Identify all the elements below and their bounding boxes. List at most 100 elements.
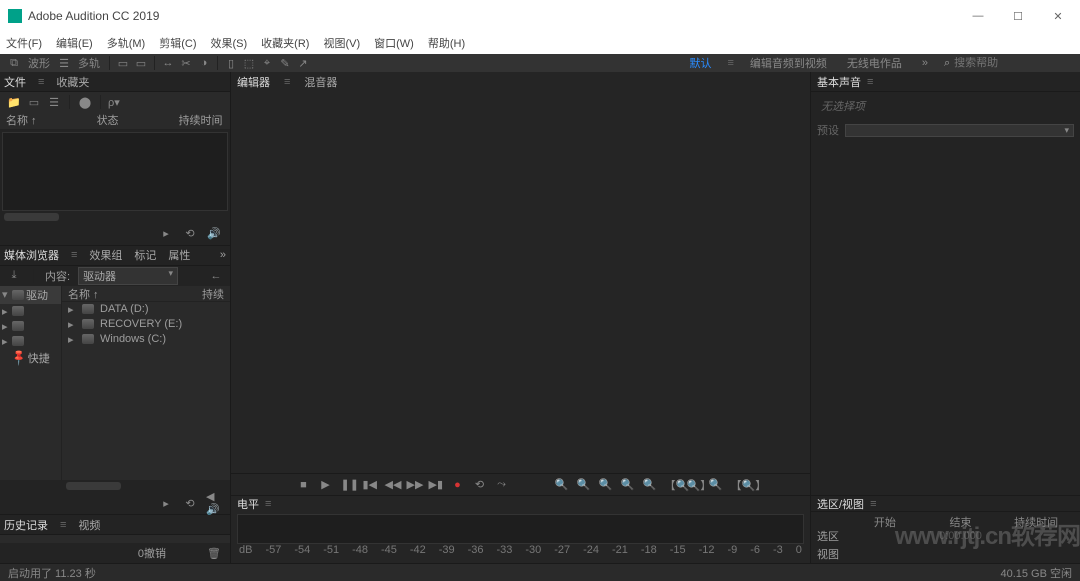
menu-clip[interactable]: 剪辑(C) (159, 35, 196, 51)
content-dropdown[interactable]: 驱动器▾ (78, 267, 178, 285)
list-item[interactable]: ▸ Windows (C:) (62, 332, 230, 347)
tab-selection-view[interactable]: 选区/视图 (817, 496, 864, 512)
files-scrollbar[interactable] (4, 213, 59, 221)
browser-loop-icon[interactable]: ⟲ (182, 496, 198, 510)
files-panel-menu-icon[interactable]: ≡ (38, 76, 44, 88)
browser-panel-menu-icon[interactable]: ≡ (71, 249, 77, 261)
zoom-out-full-icon[interactable]: 🔍 (709, 478, 723, 491)
new-multitrack-icon[interactable]: ☰ (46, 95, 62, 109)
open-file-icon[interactable]: 📁 (6, 95, 22, 109)
browser-autoplay-icon[interactable]: ◀🔊 (206, 496, 222, 510)
skip-selection-button[interactable]: ⤳ (495, 478, 509, 491)
workspace-default[interactable]: 默认 (685, 55, 715, 71)
browser-col-duration[interactable]: 持续 (202, 286, 224, 301)
files-list[interactable] (2, 132, 228, 211)
history-panel-menu-icon[interactable]: ≡ (60, 519, 66, 531)
menu-view[interactable]: 视图(V) (323, 35, 360, 51)
files-loop-icon[interactable]: ⟲ (182, 227, 198, 241)
history-list[interactable] (0, 535, 230, 543)
editor-area[interactable] (231, 92, 810, 473)
workspace-menu-icon[interactable]: ≡ (727, 57, 733, 69)
tree-quick[interactable]: 📌 快捷 (0, 349, 61, 367)
menu-help[interactable]: 帮助(H) (428, 35, 465, 51)
tab-properties[interactable]: 属性 (168, 247, 190, 263)
maximize-button[interactable]: ☐ (1004, 10, 1032, 23)
preset-dropdown[interactable]: ▾ (845, 124, 1074, 137)
move-tool-icon[interactable]: ↔ (160, 56, 176, 70)
pause-button[interactable]: ❚❚ (341, 478, 355, 491)
tab-markers[interactable]: 标记 (134, 247, 156, 263)
tool-button-2[interactable]: ▭ (133, 56, 149, 70)
essential-panel-menu-icon[interactable]: ≡ (867, 76, 873, 88)
zoom-in-point-icon[interactable]: 🔍】 (687, 477, 701, 493)
tool-button-8[interactable]: ⌖ (259, 56, 275, 70)
razor-tool-icon[interactable]: ✂ (178, 56, 194, 70)
browser-col-name[interactable]: 名称 ↑ (68, 286, 99, 301)
tree-drives[interactable]: ▾ 驱动 (0, 286, 61, 304)
browser-play-icon[interactable]: ▸ (158, 496, 174, 510)
multitrack-icon[interactable]: ☰ (56, 56, 72, 70)
browser-shortcut-icon[interactable]: ⤓ (6, 269, 22, 283)
trash-icon[interactable]: 🗑 (206, 546, 222, 560)
browser-tree[interactable]: ▾ 驱动 ▸ ▸ ▸ (0, 286, 62, 480)
close-button[interactable]: ✕ (1044, 10, 1072, 23)
skip-back-button[interactable]: ▮◀ (363, 478, 377, 491)
skip-forward-button[interactable]: ▶▮ (429, 478, 443, 491)
selection-tool-icon[interactable]: ▯ (223, 56, 239, 70)
zoom-selection-icon[interactable]: 【🔍 (665, 477, 679, 493)
list-item[interactable]: ▸ RECOVERY (E:) (62, 317, 230, 332)
slip-tool-icon[interactable]: ◑ (196, 56, 212, 70)
search-input[interactable] (954, 57, 1054, 69)
level-meter[interactable] (237, 514, 804, 544)
tab-editor[interactable]: 编辑器 (237, 74, 270, 90)
waveform-icon[interactable]: ⧉ (6, 56, 22, 70)
workspace-audio-to-video[interactable]: 编辑音频到视频 (746, 55, 831, 71)
menu-favorites[interactable]: 收藏夹(R) (261, 35, 309, 51)
tab-essential-sound[interactable]: 基本声音 (817, 74, 861, 90)
new-file-icon[interactable]: ▭ (26, 95, 42, 109)
menu-effects[interactable]: 效果(S) (211, 35, 248, 51)
tab-mixer[interactable]: 混音器 (304, 74, 337, 90)
levels-panel-menu-icon[interactable]: ≡ (265, 498, 271, 510)
tree-drive-item[interactable]: ▸ (0, 304, 61, 319)
menu-file[interactable]: 文件(F) (6, 35, 42, 51)
files-col-duration[interactable]: 持续时间 (179, 112, 223, 129)
workspace-more[interactable]: » (918, 57, 932, 69)
brush-tool-icon[interactable]: ✎ (277, 56, 293, 70)
tab-video[interactable]: 视频 (78, 517, 100, 533)
record-button[interactable]: ● (451, 479, 465, 491)
menu-edit[interactable]: 编辑(E) (56, 35, 93, 51)
zoom-out-time-icon[interactable]: 🔍 (577, 478, 591, 491)
tab-effects-rack[interactable]: 效果组 (89, 247, 122, 263)
files-col-status[interactable]: 状态 (97, 112, 119, 129)
tool-button-7[interactable]: ⬚ (241, 56, 257, 70)
files-play-icon[interactable]: ▸ (158, 227, 174, 241)
loop-button[interactable]: ⟲ (473, 478, 487, 491)
minimize-button[interactable]: — (964, 10, 992, 23)
filter-icon[interactable]: ρ▾ (108, 96, 120, 109)
list-item[interactable]: ▸ DATA (D:) (62, 302, 230, 317)
menu-window[interactable]: 窗口(W) (374, 35, 414, 51)
tool-button-1[interactable]: ▭ (115, 56, 131, 70)
editor-panel-menu-icon[interactable]: ≡ (284, 76, 290, 88)
zoom-selection-in-icon[interactable]: 【🔍】 (731, 477, 745, 493)
tab-levels[interactable]: 电平 (237, 496, 259, 512)
browser-scrollbar[interactable] (66, 482, 121, 490)
zoom-out-amp-icon[interactable]: 🔍 (621, 478, 635, 491)
stop-button[interactable]: ■ (297, 479, 311, 491)
zoom-reset-icon[interactable]: 🔍 (643, 478, 657, 491)
tree-drive-item[interactable]: ▸ (0, 319, 61, 334)
record-file-icon[interactable]: ⬤ (77, 95, 93, 109)
files-col-name[interactable]: 名称 ↑ (6, 112, 37, 129)
rewind-button[interactable]: ◀◀ (385, 478, 399, 491)
forward-button[interactable]: ▶▶ (407, 478, 421, 491)
tree-drive-item[interactable]: ▸ (0, 334, 61, 349)
tool-button-10[interactable]: ↗ (295, 56, 311, 70)
waveform-button[interactable]: 波形 (24, 55, 54, 71)
tab-files[interactable]: 文件 (4, 74, 26, 90)
tab-media-browser[interactable]: 媒体浏览器 (4, 247, 59, 263)
zoom-in-time-icon[interactable]: 🔍 (555, 478, 569, 491)
tab-favorites[interactable]: 收藏夹 (56, 74, 89, 90)
zoom-in-amp-icon[interactable]: 🔍 (599, 478, 613, 491)
tab-history[interactable]: 历史记录 (4, 517, 48, 533)
